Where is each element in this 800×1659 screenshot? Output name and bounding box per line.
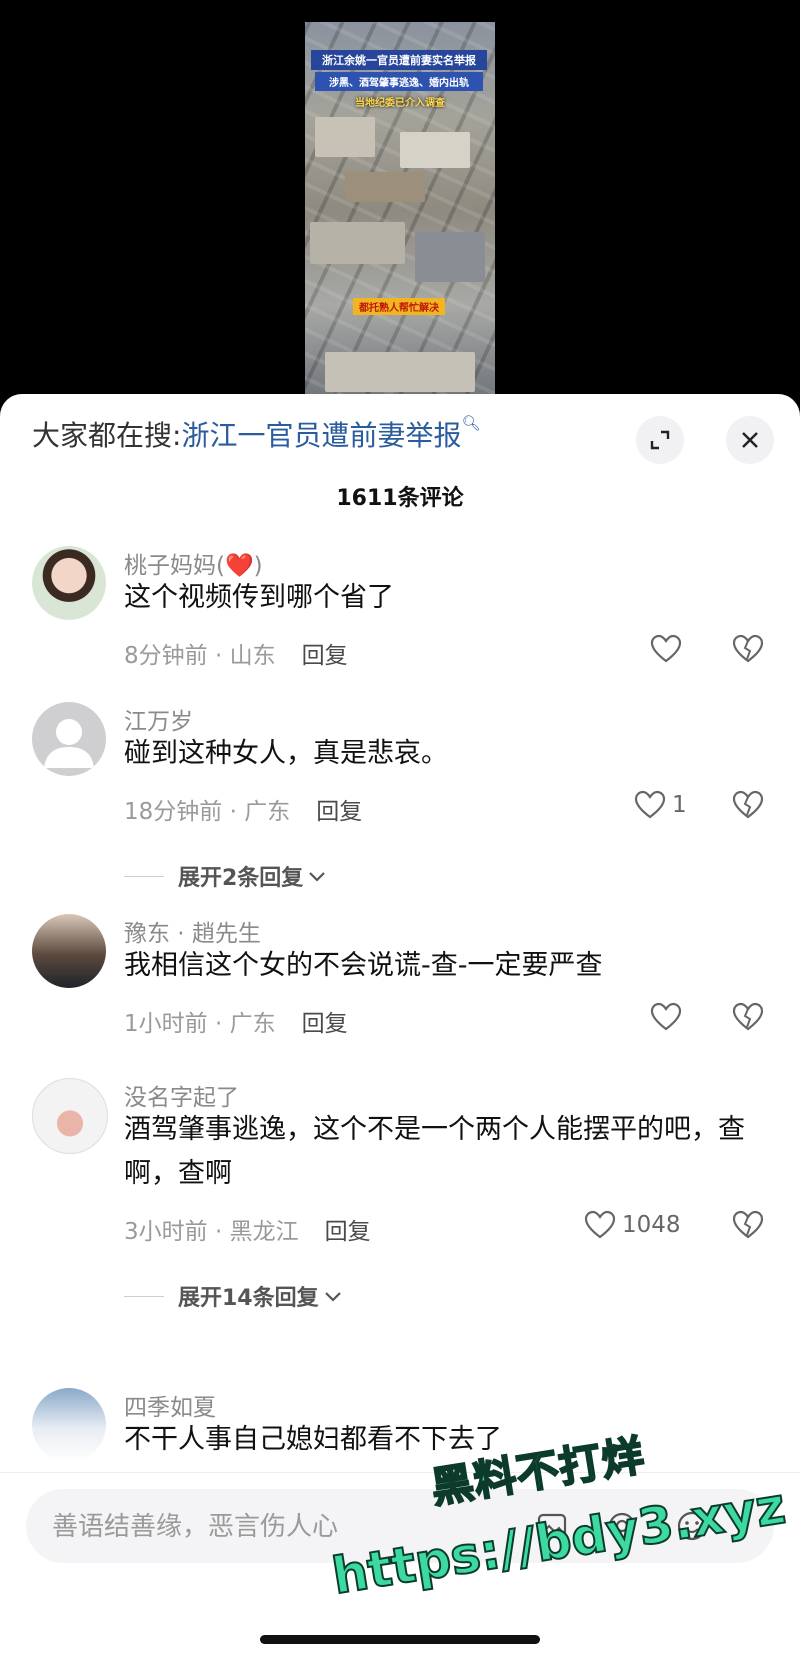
comment-sheet: 大家都在搜:浙江一官员遭前妻举报🔍︎ 1611条评论 桃子妈妈(❤️) 这个视频… [0,394,800,1658]
like-button[interactable] [650,1002,682,1032]
avatar[interactable] [32,1078,108,1154]
hot-search-link[interactable]: 浙江一官员遭前妻举报 [181,419,461,452]
like-count: 1 [672,792,687,818]
comment-username[interactable]: 江万岁 [124,702,193,736]
expand-replies-button[interactable]: 展开14条回复 [124,1280,343,1312]
building-shape [315,117,375,157]
video-player[interactable]: 浙江余姚一官员遭前妻实名举报 涉黑、酒驾肇事逃逸、婚内出轨 当地纪委已介入调查 … [0,0,800,400]
dislike-button[interactable] [732,634,764,668]
avatar[interactable] [32,914,106,988]
broken-heart-icon [732,634,764,663]
video-thumbnail[interactable]: 浙江余姚一官员遭前妻实名举报 涉黑、酒驾肇事逃逸、婚内出轨 当地纪委已介入调查 … [305,22,495,400]
comment-time-location: 18分钟前 · 广东 [124,799,291,825]
comment-username[interactable]: 桃子妈妈(❤️) [124,546,263,580]
avatar[interactable] [32,702,106,776]
like-button[interactable]: 1048 [584,1210,681,1240]
reply-button[interactable]: 回复 [316,799,362,825]
building-shape [345,172,425,202]
video-caption-note: 当地纪委已介入调查 [355,98,445,109]
comment-time-location: 3小时前 · 黑龙江 [124,1219,299,1245]
like-button[interactable]: 1 [634,790,687,820]
comment-meta: 1小时前 · 广东 回复 [124,1004,348,1038]
avatar[interactable] [32,1388,106,1462]
video-caption-subtitle: 涉黑、酒驾肇事逃逸、婚内出轨 [315,72,483,91]
video-caption-highlight: 都托熟人帮忙解决 [353,298,445,315]
hot-search-bar[interactable]: 大家都在搜:浙江一官员遭前妻举报🔍︎ [32,414,481,454]
search-icon: 🔍︎ [461,414,481,432]
comment-text: 这个视频传到哪个省了 [124,582,394,613]
expand-replies-label: 展开14条回复 [178,1286,319,1311]
avatar[interactable] [32,546,106,620]
close-button[interactable] [726,416,774,464]
reply-button[interactable]: 回复 [302,1011,348,1037]
home-indicator [260,1635,540,1644]
comment-meta: 8分钟前 · 山东 回复 [124,636,348,670]
building-shape [400,132,470,168]
close-icon [742,432,758,448]
comment-text: 碰到这种女人，真是悲哀。 [124,738,448,769]
expand-icon [650,430,670,450]
chevron-down-icon [309,872,326,882]
comment-text: 我相信这个女的不会说谎-查-一定要严查 [124,950,603,981]
heart-outline-icon [634,790,666,819]
comment-username[interactable]: 四季如夏 [124,1388,216,1422]
comment-username[interactable]: 豫东 · 趙先生 [124,914,261,948]
comment-meta: 18分钟前 · 广东 回复 [124,792,362,826]
like-button[interactable] [650,634,682,664]
heart-outline-icon [650,634,682,663]
divider-line [124,1295,164,1297]
broken-heart-icon [732,1210,764,1239]
hot-search-prefix: 大家都在搜: [32,419,182,452]
expand-replies-button[interactable]: 展开2条回复 [124,860,327,892]
comment-username[interactable]: 没名字起了 [124,1078,239,1112]
divider-line [124,875,164,877]
heart-outline-icon [584,1210,616,1239]
dislike-button[interactable] [732,1210,764,1244]
comment-time-location: 8分钟前 · 山东 [124,643,276,669]
video-caption-title: 浙江余姚一官员遭前妻实名举报 [311,50,487,70]
heart-outline-icon [650,1002,682,1031]
dislike-button[interactable] [732,790,764,824]
comment-count: 1611条评论 [336,486,464,511]
building-shape [415,232,485,282]
chevron-down-icon [324,1292,341,1302]
building-shape [325,352,475,392]
reply-button[interactable]: 回复 [325,1219,371,1245]
comment-text: 酒驾肇事逃逸，这个不是一个两个人能摆平的吧，查啊，查啊 [124,1114,745,1189]
broken-heart-icon [732,1002,764,1031]
like-count: 1048 [622,1212,681,1238]
expand-replies-label: 展开2条回复 [178,866,304,891]
comment-time-location: 1小时前 · 广东 [124,1011,276,1037]
reply-button[interactable]: 回复 [302,643,348,669]
broken-heart-icon [732,790,764,819]
default-avatar-icon [44,719,94,768]
dislike-button[interactable] [732,1002,764,1036]
comment-meta: 3小时前 · 黑龙江 回复 [124,1212,371,1246]
expand-button[interactable] [636,416,684,464]
building-shape [310,222,405,264]
